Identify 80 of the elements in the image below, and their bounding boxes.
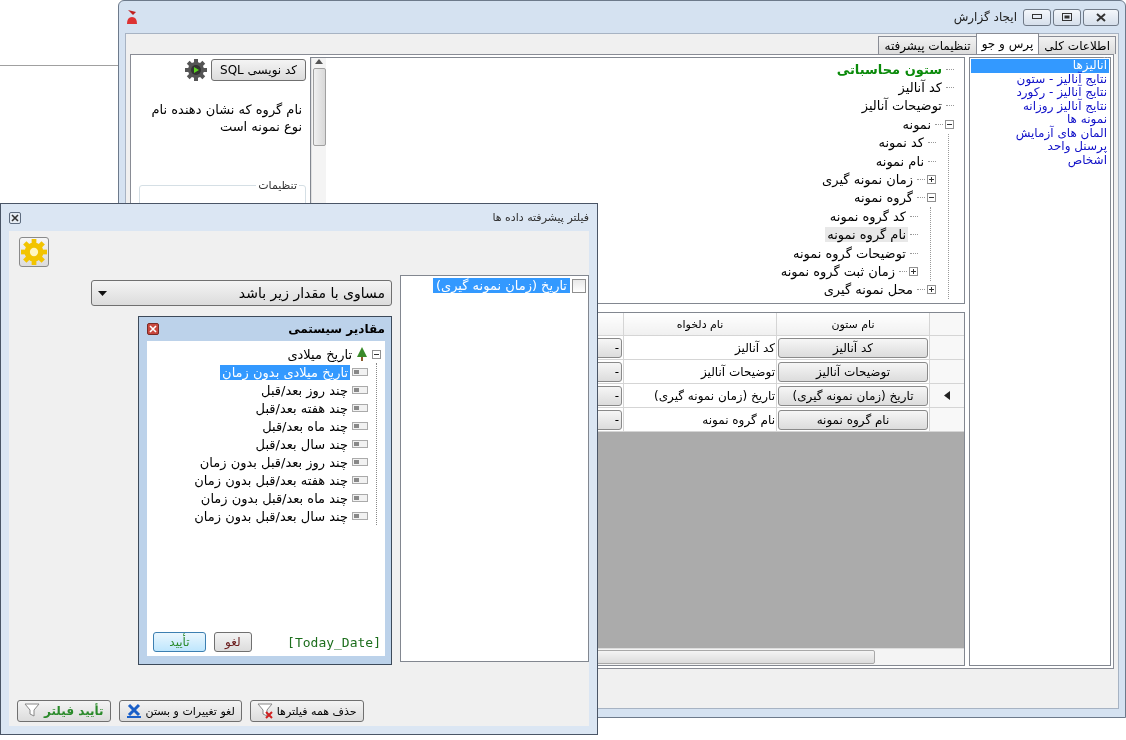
expand-icon[interactable] — [909, 267, 918, 276]
table-cell: توضیحات آنالیز — [623, 359, 777, 384]
tree-item[interactable]: چند ماه بعد/قبل بدون زمان — [198, 490, 350, 506]
ok-button[interactable]: تأیید — [153, 632, 206, 652]
dialog-title: فیلتر پیشرفته داده ها — [491, 211, 589, 224]
operator-dropdown[interactable]: مساوی با مقدار زیر باشد — [91, 280, 392, 306]
tree-item[interactable]: چند هفته بعد/قبل بدون زمان — [192, 472, 350, 488]
list-item[interactable]: نتایج آنالیز روزانه — [971, 99, 1109, 113]
column-button[interactable]: نام گروه نمونه — [778, 409, 928, 430]
table-cell: نام گروه نمونه — [623, 407, 777, 432]
clear-filters-button[interactable]: حذف همه فیلترها — [249, 700, 364, 722]
list-item[interactable]: پرسنل واحد — [971, 140, 1109, 154]
tree-item[interactable]: ستون محاسباتی — [834, 61, 944, 77]
expand-icon[interactable] — [927, 175, 936, 185]
list-item[interactable]: المان های آزمایش — [971, 126, 1109, 140]
tree-item[interactable]: کد نمونه — [876, 135, 926, 151]
funnel-icon — [24, 703, 40, 719]
close-icon — [125, 703, 142, 719]
tree-item[interactable]: توضیحات گروه نمونه — [790, 245, 908, 261]
maximize-button[interactable] — [1053, 8, 1081, 26]
tree-item[interactable]: چند سال بعد/قبل بدون زمان — [192, 508, 350, 524]
tree-item[interactable]: چند روز بعد/قبل بدون زمان — [197, 454, 350, 470]
gear-icon — [21, 239, 47, 265]
list-item[interactable]: نتایج آنالیز - ستون — [971, 72, 1109, 86]
row-pointer-icon — [944, 390, 950, 400]
column-button[interactable]: کد آنالیز — [778, 337, 928, 358]
collapse-icon[interactable] — [927, 193, 936, 203]
tree-item[interactable]: چند روز بعد/قبل — [259, 382, 350, 398]
collapse-icon[interactable] — [945, 119, 954, 129]
tree-item[interactable]: چند هفته بعد/قبل — [253, 400, 350, 416]
app-icon — [125, 9, 139, 25]
description-text: نام گروه که نشان دهنده نام نوع نمونه است — [150, 101, 302, 135]
close-icon — [1096, 12, 1106, 22]
funnel-icon — [256, 703, 273, 719]
cancel-button[interactable]: لغو — [214, 632, 252, 652]
table-cell: تاریخ (زمان نمونه گیری) — [623, 383, 777, 408]
tab[interactable]: تنظیمات پیشرفته — [878, 36, 977, 54]
expand-icon[interactable] — [927, 285, 936, 295]
column-header: نام دلخواه — [623, 313, 777, 336]
list-item[interactable]: نتایج آنالیز - رکورد — [971, 86, 1109, 100]
tree-item[interactable]: تاریخ میلادی — [285, 346, 354, 362]
row-header[interactable] — [929, 383, 964, 408]
tree-item[interactable]: نام گروه نمونه — [825, 227, 908, 243]
collapse-icon[interactable] — [372, 349, 381, 359]
column-button[interactable]: تاریخ (زمان نمونه گیری) — [778, 385, 928, 406]
minimize-icon — [1032, 14, 1042, 20]
tree-item[interactable]: گروه نمونه — [851, 190, 915, 206]
window-title: ایجاد گزارش — [952, 10, 1017, 24]
group-title: تنظیمات — [257, 179, 298, 192]
window-title: مقادیر سیستمی — [287, 322, 385, 336]
close-button[interactable] — [9, 211, 21, 224]
tree-item[interactable]: زمان نمونه گیری — [820, 172, 915, 188]
tree-item[interactable]: زمان ثبت گروه نمونه — [778, 264, 897, 279]
column-button[interactable]: توضیحات آنالیز — [778, 361, 928, 382]
close-button[interactable] — [1083, 8, 1119, 26]
tree-item[interactable]: توضیحات آنالیز — [859, 98, 944, 114]
gear-icon[interactable] — [185, 59, 207, 81]
tree-item[interactable]: کد گروه نمونه — [827, 208, 908, 224]
cancel-close-button[interactable]: لغو تغییرات و بستن — [118, 700, 242, 722]
table-cell: کد آنالیز — [623, 335, 777, 360]
sql-button[interactable]: کد نویسی SQL — [211, 59, 306, 81]
maximize-icon — [1062, 13, 1072, 21]
minimize-button[interactable] — [1023, 8, 1051, 26]
checkbox[interactable] — [572, 278, 586, 293]
apply-filter-button[interactable]: تأیید فیلتر — [17, 700, 111, 722]
list-item[interactable]: اشخاص — [971, 153, 1109, 167]
close-button[interactable] — [147, 323, 159, 335]
scroll-up-icon[interactable] — [315, 59, 323, 64]
tree-item[interactable]: نام نمونه — [873, 153, 926, 169]
tree-item[interactable]: کد آنالیز — [896, 80, 944, 96]
tree-item[interactable]: محل نمونه گیری — [821, 282, 915, 298]
tab[interactable]: پرس و جو — [975, 33, 1040, 54]
settings-button[interactable] — [19, 237, 49, 267]
caret-icon — [98, 290, 107, 296]
value-text: [Today_Date] — [287, 634, 381, 650]
tree-item[interactable]: چند سال بعد/قبل — [253, 436, 350, 452]
column-header: نام ستون — [776, 313, 930, 336]
tree-item[interactable]: نمونه — [900, 116, 933, 132]
tree-item[interactable]: چند ماه بعد/قبل — [260, 418, 350, 434]
tab[interactable]: اطلاعات کلی — [1038, 36, 1116, 54]
